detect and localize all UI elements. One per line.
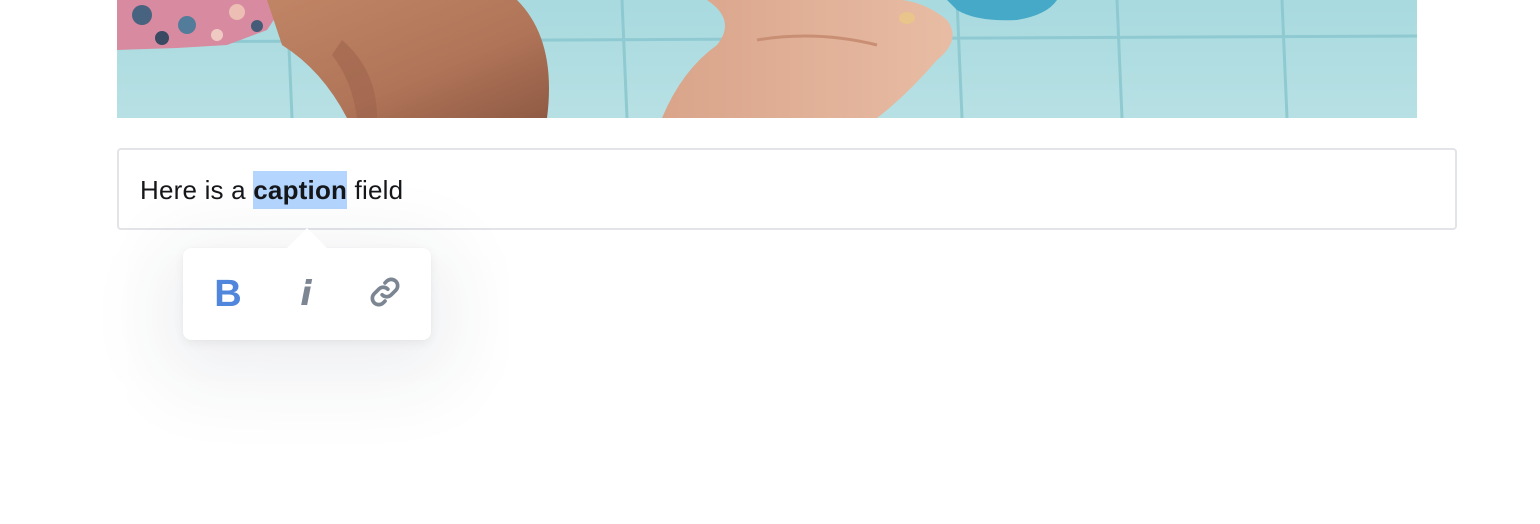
caption-text[interactable]: Here is a caption field [140,150,403,232]
caption-text-before: Here is a [140,175,254,205]
caption-field[interactable]: Here is a caption field [117,148,1457,230]
caption-text-after: field [347,175,404,205]
link-button[interactable] [361,270,409,318]
italic-button[interactable]: i [282,270,330,318]
italic-icon: i [300,274,312,314]
toolbar-pointer [287,228,327,248]
editor-page: Here is a caption field B i [0,0,1540,524]
bold-button[interactable]: B [204,270,252,318]
bold-icon: B [214,273,242,315]
pool-photo [117,0,1417,118]
caption-selected-text[interactable]: caption [253,171,348,210]
formatting-toolbar: B i [183,228,431,340]
link-icon [368,275,402,314]
